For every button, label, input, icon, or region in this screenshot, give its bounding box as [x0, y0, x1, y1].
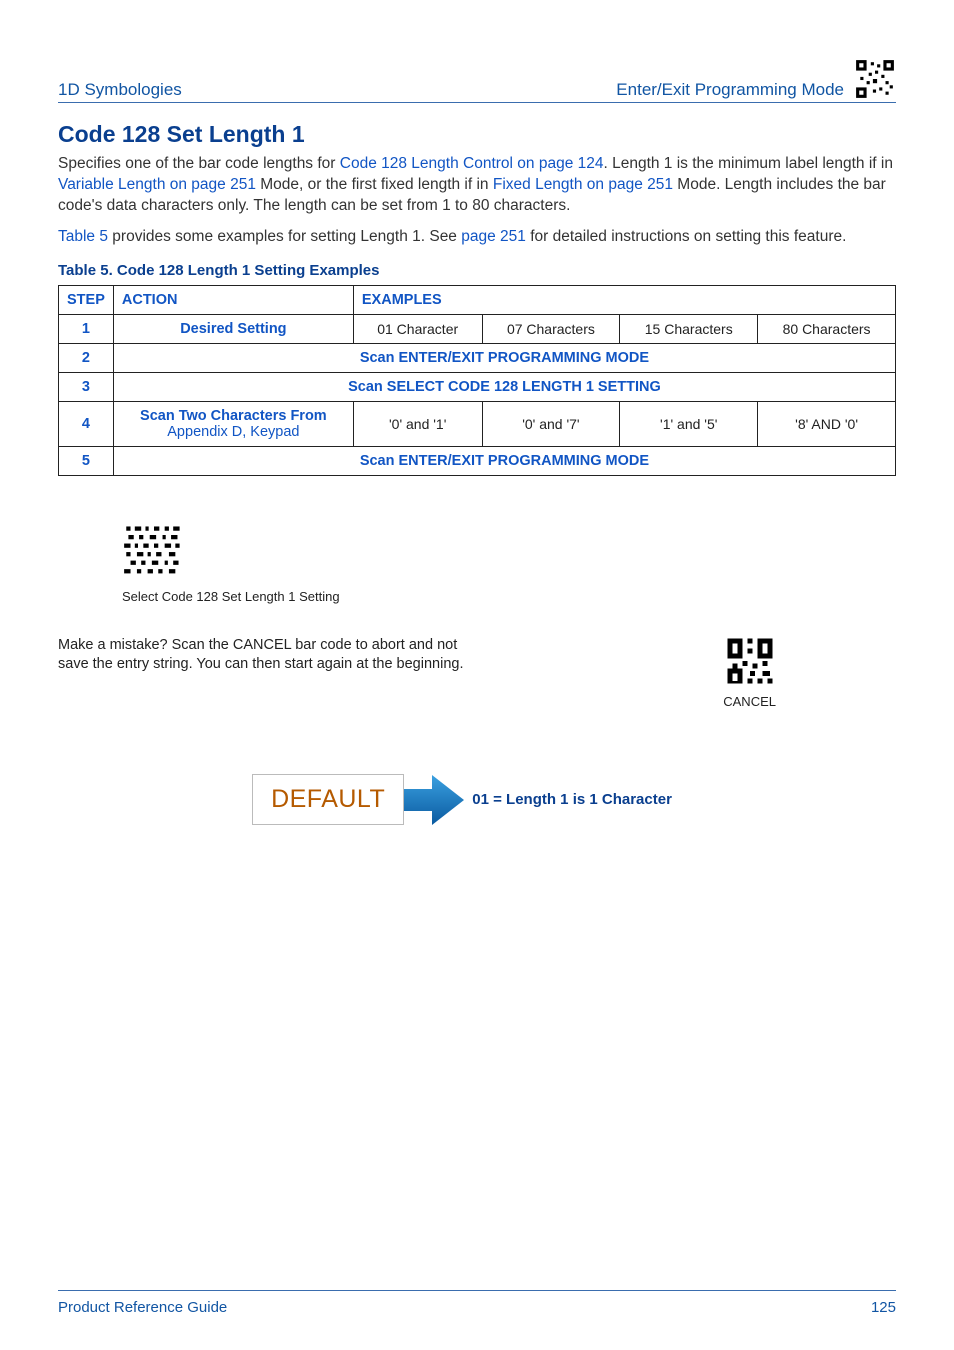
- link-table5[interactable]: Table 5: [58, 228, 108, 245]
- para1-b: . Length 1 is the minimum label length i…: [603, 155, 893, 172]
- barcode-block: Select Code 128 Set Length 1 Setting: [122, 522, 896, 604]
- action-scan-enter-exit: Scan ENTER/EXIT PROGRAMMING MODE: [113, 343, 895, 372]
- barcode-icon: [122, 522, 186, 580]
- cancel-block: CANCEL: [723, 636, 776, 709]
- link-appendix-d[interactable]: Appendix D, Keypad: [167, 424, 299, 440]
- para2-a: provides some examples for setting Lengt…: [108, 228, 461, 245]
- example-cell: '0' and '1': [353, 401, 482, 446]
- example-cell: '0' and '7': [482, 401, 620, 446]
- cancel-barcode-icon: [725, 636, 775, 686]
- table-row: 3 Scan SELECT CODE 128 LENGTH 1 SETTING: [59, 372, 896, 401]
- header-right: Enter/Exit Programming Mode: [616, 80, 844, 100]
- qr-icon: [854, 58, 896, 100]
- step-number: 3: [59, 372, 114, 401]
- cancel-caption: CANCEL: [723, 694, 776, 709]
- arrow-right-icon: [398, 765, 468, 835]
- col-step: STEP: [59, 285, 114, 314]
- para1-c: Mode, or the first fixed length if in: [256, 176, 493, 193]
- example-cell: '1' and '5': [620, 401, 758, 446]
- intro-paragraph-1: Specifies one of the bar code lengths fo…: [58, 154, 896, 217]
- page-footer: Product Reference Guide 125: [58, 1290, 896, 1316]
- table-row: 2 Scan ENTER/EXIT PROGRAMMING MODE: [59, 343, 896, 372]
- para1-a: Specifies one of the bar code lengths fo…: [58, 155, 340, 172]
- page-header: 1D Symbologies Enter/Exit Programming Mo…: [58, 58, 896, 103]
- default-row: DEFAULT 01 = Length 1 is 1 Character: [28, 765, 896, 835]
- para2-b: for detailed instructions on setting thi…: [526, 228, 847, 245]
- default-box: DEFAULT: [252, 774, 404, 825]
- mistake-row: Make a mistake? Scan the CANCEL bar code…: [58, 636, 896, 709]
- step-number: 1: [59, 314, 114, 343]
- col-examples: EXAMPLES: [353, 285, 895, 314]
- example-cell: 07 Characters: [482, 314, 620, 343]
- link-page251[interactable]: page 251: [461, 228, 526, 245]
- table-row: 5 Scan ENTER/EXIT PROGRAMMING MODE: [59, 446, 896, 475]
- header-left: 1D Symbologies: [58, 80, 182, 100]
- table-caption: Table 5. Code 128 Length 1 Setting Examp…: [58, 262, 896, 279]
- action-scan-select: Scan SELECT CODE 128 LENGTH 1 SETTING: [113, 372, 895, 401]
- col-action: ACTION: [113, 285, 353, 314]
- example-cell: '8' AND '0': [758, 401, 896, 446]
- barcode-caption: Select Code 128 Set Length 1 Setting: [122, 589, 896, 604]
- step-number: 5: [59, 446, 114, 475]
- table-header-row: STEP ACTION EXAMPLES: [59, 285, 896, 314]
- section-title: Code 128 Set Length 1: [58, 121, 896, 148]
- table-row: 4 Scan Two Characters From Appendix D, K…: [59, 401, 896, 446]
- table-row: 1 Desired Setting 01 Character 07 Charac…: [59, 314, 896, 343]
- intro-paragraph-2: Table 5 provides some examples for setti…: [58, 227, 896, 248]
- step-number: 2: [59, 343, 114, 372]
- header-right-wrap: Enter/Exit Programming Mode: [616, 58, 896, 100]
- mistake-text: Make a mistake? Scan the CANCEL bar code…: [58, 636, 488, 675]
- action-scan-two-chars-label: Scan Two Characters From: [140, 408, 327, 424]
- example-cell: 15 Characters: [620, 314, 758, 343]
- step-number: 4: [59, 401, 114, 446]
- examples-table: STEP ACTION EXAMPLES 1 Desired Setting 0…: [58, 285, 896, 476]
- footer-left: Product Reference Guide: [58, 1299, 227, 1316]
- link-variable-length[interactable]: Variable Length on page 251: [58, 176, 256, 193]
- example-cell: 01 Character: [353, 314, 482, 343]
- link-fixed-length[interactable]: Fixed Length on page 251: [493, 176, 673, 193]
- example-cell: 80 Characters: [758, 314, 896, 343]
- action-scan-two-chars: Scan Two Characters From Appendix D, Key…: [113, 401, 353, 446]
- footer-page-number: 125: [871, 1299, 896, 1316]
- action-scan-enter-exit-2: Scan ENTER/EXIT PROGRAMMING MODE: [113, 446, 895, 475]
- link-code128-length-control[interactable]: Code 128 Length Control on page 124: [340, 155, 604, 172]
- default-label: 01 = Length 1 is 1 Character: [472, 791, 672, 808]
- action-desired-setting: Desired Setting: [113, 314, 353, 343]
